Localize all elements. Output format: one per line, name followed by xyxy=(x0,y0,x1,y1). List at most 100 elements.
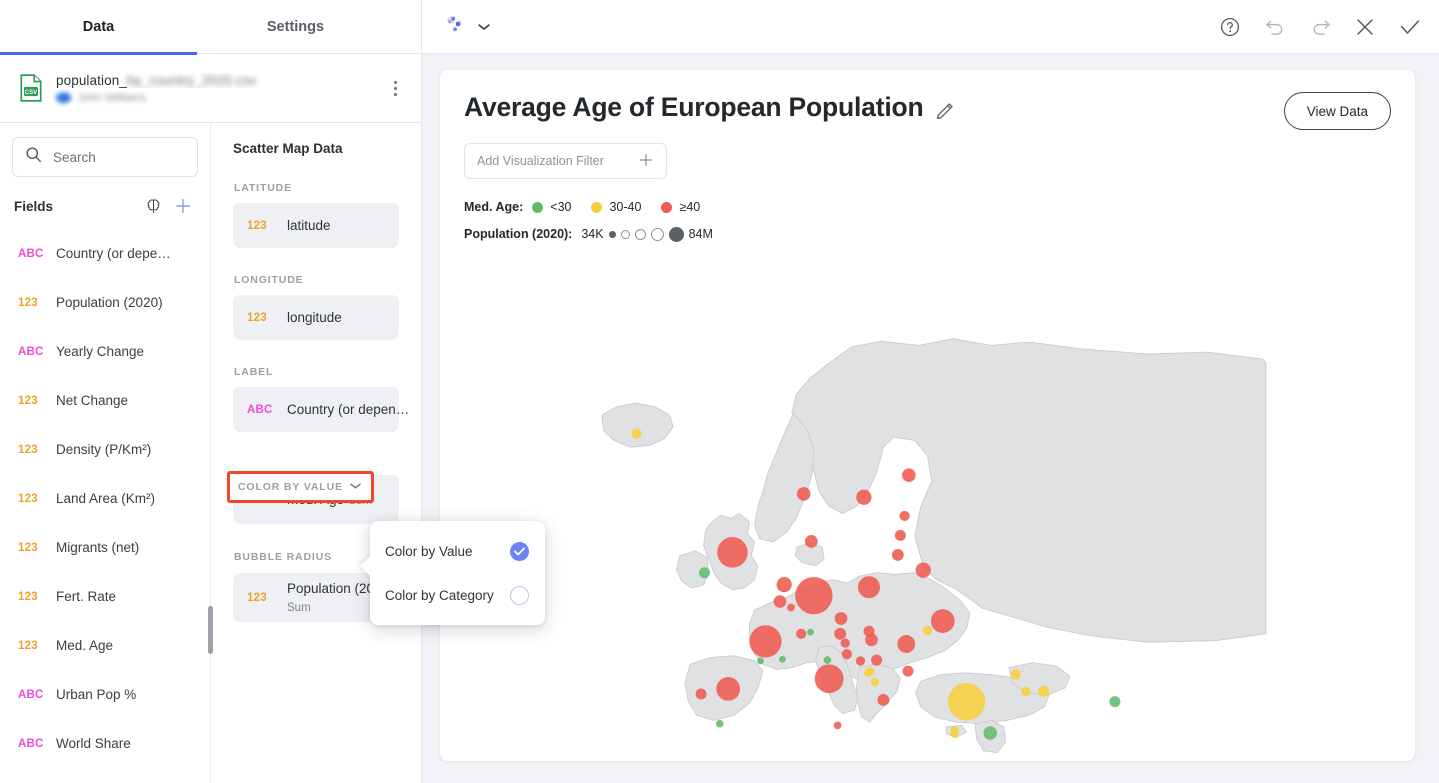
map-bubble[interactable] xyxy=(815,664,844,693)
map-canvas[interactable] xyxy=(440,320,1415,761)
map-bubble[interactable] xyxy=(856,656,865,665)
map-bubble[interactable] xyxy=(835,612,848,625)
map-bubble[interactable] xyxy=(757,658,764,665)
map-bubble[interactable] xyxy=(983,726,997,740)
map-bubble[interactable] xyxy=(774,595,787,608)
map-bubble[interactable] xyxy=(916,563,931,578)
field-list-item[interactable]: 123Fert. Rate xyxy=(0,572,210,621)
map-bubble[interactable] xyxy=(864,669,872,677)
color-by-dropdown[interactable]: COLOR BY VALUE xyxy=(230,474,371,500)
map-bubble[interactable] xyxy=(632,429,642,439)
map-bubble[interactable] xyxy=(824,656,832,664)
redo-icon[interactable] xyxy=(1307,14,1333,40)
undo-icon[interactable] xyxy=(1262,14,1288,40)
map-bubble[interactable] xyxy=(871,655,882,666)
map-bubble[interactable] xyxy=(871,678,879,686)
map-bubble[interactable] xyxy=(897,635,915,653)
map-bubble[interactable] xyxy=(807,629,814,636)
map-bubble[interactable] xyxy=(950,730,958,738)
tab-data[interactable]: Data xyxy=(0,0,197,54)
datasource-name-visible: population_ xyxy=(56,73,127,88)
map-bubble[interactable] xyxy=(902,468,916,482)
map-bubble[interactable] xyxy=(749,625,781,657)
map-bubble[interactable] xyxy=(699,567,710,578)
map-bubble[interactable] xyxy=(1038,686,1049,697)
map-bubble[interactable] xyxy=(834,722,842,730)
map-bubble[interactable] xyxy=(805,535,818,548)
shelf-longitude-pill[interactable]: 123 longitude xyxy=(233,295,399,340)
chevron-down-icon xyxy=(478,18,490,36)
menu-item-color-by-category[interactable]: Color by Category xyxy=(370,573,545,617)
field-list-item[interactable]: ABCYearly Change xyxy=(0,327,210,376)
map-bubble[interactable] xyxy=(1109,696,1120,707)
map-bubble[interactable] xyxy=(717,537,748,568)
map-bubble[interactable] xyxy=(923,626,932,635)
view-data-button[interactable]: View Data xyxy=(1284,92,1391,130)
field-list-item[interactable]: 123Migrants (net) xyxy=(0,523,210,572)
shelf-pane: Scatter Map Data LATITUDE 123 latitude L… xyxy=(211,123,421,783)
scatter-map[interactable] xyxy=(440,320,1415,761)
map-bubble[interactable] xyxy=(696,688,707,699)
search-input[interactable] xyxy=(53,150,230,165)
add-field-plus-icon[interactable] xyxy=(168,193,198,219)
shelf-title: Scatter Map Data xyxy=(223,123,409,156)
map-bubble[interactable] xyxy=(865,633,878,646)
fields-scrollbar-thumb[interactable] xyxy=(208,606,213,654)
field-list-item[interactable]: 123Land Area (Km²) xyxy=(0,474,210,523)
map-bubble[interactable] xyxy=(834,628,846,640)
search-box[interactable] xyxy=(12,137,198,177)
datasource-row[interactable]: CSV population_by_country_2020.csv John … xyxy=(0,54,421,123)
shelf-label-pill[interactable]: ABC Country (or depen… xyxy=(233,387,399,432)
map-bubble[interactable] xyxy=(796,629,806,639)
editor-columns: Fields ABCCountry (or depe xyxy=(0,123,421,783)
map-bubble[interactable] xyxy=(716,677,740,701)
map-bubble[interactable] xyxy=(892,549,904,561)
kebab-menu-icon[interactable] xyxy=(383,76,407,100)
legend-color-swatch xyxy=(532,202,543,213)
map-bubble[interactable] xyxy=(716,720,724,728)
brain-icon[interactable] xyxy=(138,193,168,219)
check-icon xyxy=(510,542,529,561)
tab-settings[interactable]: Settings xyxy=(197,0,394,54)
size-legend-step xyxy=(651,228,664,241)
map-bubble[interactable] xyxy=(856,490,871,505)
map-bubble[interactable] xyxy=(795,577,832,614)
map-bubble[interactable] xyxy=(787,604,795,612)
field-list-item[interactable]: 123Med. Age xyxy=(0,621,210,670)
field-type-badge: 123 xyxy=(18,591,46,603)
field-list-item[interactable]: ABCWorld Share xyxy=(0,719,210,768)
field-list-item[interactable]: ABCCountry (or depe… xyxy=(0,229,210,278)
add-visualization-filter[interactable]: Add Visualization Filter xyxy=(464,143,667,179)
menu-item-color-by-value[interactable]: Color by Value xyxy=(370,529,545,573)
map-bubble[interactable] xyxy=(779,656,786,663)
legend-label: 30-40 xyxy=(609,200,641,214)
pencil-icon[interactable] xyxy=(935,101,955,126)
map-bubble[interactable] xyxy=(902,666,913,677)
map-bubble[interactable] xyxy=(1021,687,1030,696)
confirm-check-icon[interactable] xyxy=(1397,14,1423,40)
map-bubble[interactable] xyxy=(858,576,880,598)
map-bubble[interactable] xyxy=(877,694,889,706)
field-list-item[interactable]: 123Net Change xyxy=(0,376,210,425)
close-icon[interactable] xyxy=(1352,14,1378,40)
field-type-badge: 123 xyxy=(247,220,275,232)
field-list-item[interactable]: 123Population (2020) xyxy=(0,278,210,327)
map-bubble[interactable] xyxy=(895,530,906,541)
map-bubble[interactable] xyxy=(1011,669,1021,679)
map-bubble[interactable] xyxy=(842,649,852,659)
map-bubble[interactable] xyxy=(797,487,811,501)
help-icon[interactable] xyxy=(1217,14,1243,40)
map-bubble[interactable] xyxy=(841,638,850,647)
map-bubble[interactable] xyxy=(900,511,910,521)
field-list-item[interactable]: 123Density (P/Km²) xyxy=(0,425,210,474)
legend-color-swatch xyxy=(661,202,672,213)
map-bubble[interactable] xyxy=(948,683,985,720)
field-name: World Share xyxy=(56,736,131,751)
radio-unselected-icon xyxy=(510,586,529,605)
field-list-item[interactable]: ABCUrban Pop % xyxy=(0,670,210,719)
chart-type-selector[interactable] xyxy=(444,13,490,40)
map-bubble[interactable] xyxy=(777,577,792,592)
map-bubble[interactable] xyxy=(931,609,955,633)
visualization-card: Average Age of European Population View … xyxy=(440,70,1415,761)
shelf-latitude-pill[interactable]: 123 latitude xyxy=(233,203,399,248)
